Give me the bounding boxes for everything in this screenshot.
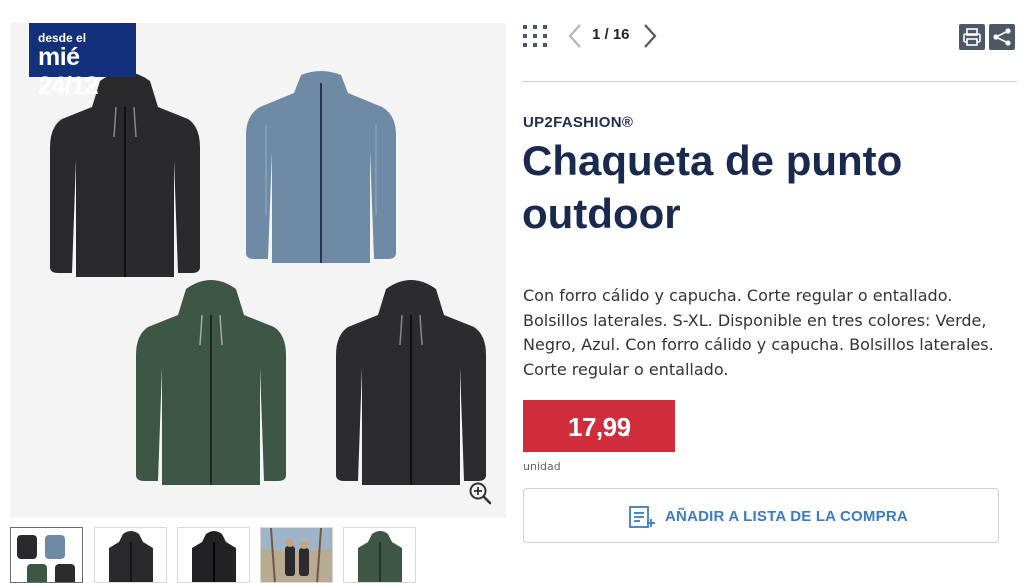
zoom-in-icon[interactable] bbox=[467, 480, 493, 506]
badge-date: mié 24/12 bbox=[38, 43, 99, 100]
product-brand: UP2FASHION® bbox=[523, 114, 634, 131]
share-icon[interactable] bbox=[989, 24, 1015, 50]
add-to-shopping-list-button[interactable]: AÑADIR A LISTA DE LA COMPRA bbox=[523, 488, 999, 543]
product-description: Con forro cálido y capucha. Corte regula… bbox=[523, 286, 994, 379]
thumbnail-black-front[interactable] bbox=[94, 527, 167, 583]
header-divider bbox=[522, 81, 1017, 82]
price-unit: unidad bbox=[523, 460, 561, 473]
chevron-left-icon[interactable] bbox=[566, 22, 586, 50]
price-box: 17,99 € bbox=[523, 400, 675, 452]
price-value: 17,99 bbox=[568, 412, 631, 442]
availability-date-badge: desde el mié 24/12 bbox=[29, 23, 136, 100]
grid-dots-icon[interactable] bbox=[522, 24, 550, 50]
thumbnail-black-alt[interactable] bbox=[177, 527, 250, 583]
thumbnail-people-outdoor[interactable] bbox=[260, 527, 333, 583]
print-icon[interactable] bbox=[959, 24, 985, 50]
gallery-navigation: 1 / 16 bbox=[522, 22, 1017, 52]
chevron-right-icon[interactable] bbox=[640, 22, 660, 50]
add-to-list-label: AÑADIR A LISTA DE LA COMPRA bbox=[665, 508, 908, 525]
thumbnail-green[interactable] bbox=[343, 527, 416, 583]
shopping-list-add-icon bbox=[629, 505, 657, 529]
thumbnail-all-colors[interactable] bbox=[10, 527, 83, 583]
thumbnail-strip bbox=[10, 527, 510, 583]
price-currency: € bbox=[624, 429, 630, 438]
product-title: Chaqueta de punto outdoor bbox=[522, 137, 903, 237]
image-counter: 1 / 16 bbox=[592, 26, 630, 43]
